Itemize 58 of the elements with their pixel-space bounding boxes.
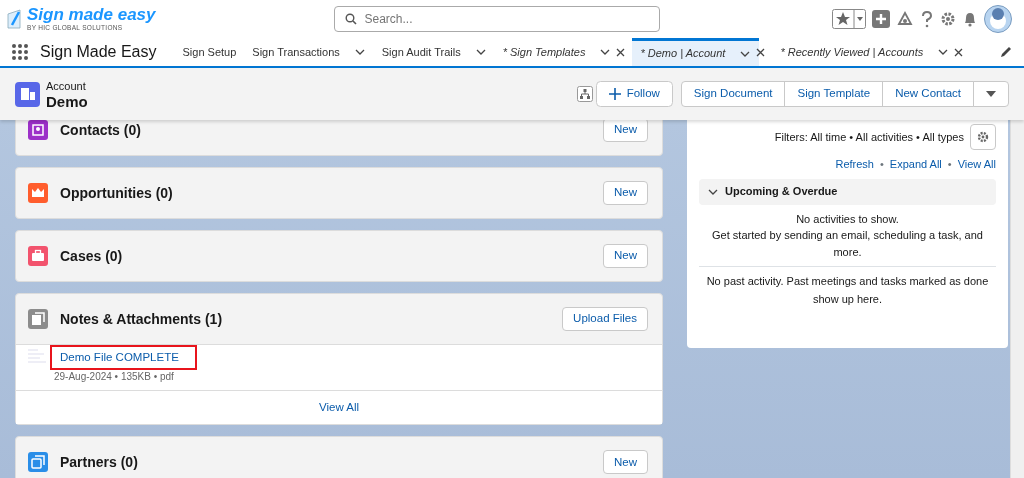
past-activity-text: No past activity. Past meetings and tasks marked as done show up here. <box>705 274 990 307</box>
settings-icon[interactable] <box>940 11 956 27</box>
avatar-icon[interactable] <box>984 5 1012 33</box>
settings-icon <box>977 131 989 143</box>
logo-icon <box>6 8 24 30</box>
search-field[interactable]: Search... <box>333 6 660 32</box>
record-name: Demo <box>46 94 88 111</box>
caret-icon <box>986 91 996 97</box>
related-list-button[interactable]: New <box>603 120 648 142</box>
related-list-title[interactable]: Cases (0) <box>60 245 123 267</box>
more-actions-button[interactable] <box>973 81 1009 107</box>
bell-icon[interactable] <box>962 11 978 27</box>
add-icon[interactable] <box>872 10 890 28</box>
help-icon[interactable] <box>920 10 934 28</box>
hierarchy-icon[interactable] <box>576 86 593 102</box>
empty-text: Get started by sending an email, scheduling a task, and more. <box>711 228 984 260</box>
filters-text: Filters: All time • All activities • All types <box>774 129 964 145</box>
edit-icon[interactable] <box>1000 46 1012 58</box>
follow-button[interactable]: Follow <box>595 81 673 107</box>
nav-tab[interactable]: * Sign Templates <box>494 38 620 66</box>
related-list-title[interactable]: Partners (0) <box>60 451 138 473</box>
activity-link[interactable]: View All <box>957 156 996 173</box>
favorites-icon[interactable] <box>832 9 866 29</box>
activity-link[interactable]: Expand All <box>889 156 942 173</box>
separator-dot: • <box>947 157 952 172</box>
related-list-title[interactable]: Notes & Attachments (1) <box>60 308 223 330</box>
nav-item[interactable]: Sign Transactions <box>244 38 374 66</box>
related-list-button[interactable]: New <box>603 244 648 268</box>
related-list-button[interactable]: Upload Files <box>562 307 648 331</box>
nav-tab[interactable]: * Demo | Account <box>632 38 760 66</box>
activity-link[interactable]: Refresh <box>835 156 874 173</box>
related-list-button[interactable]: New <box>603 181 648 205</box>
section-header[interactable]: Upcoming & Overdue <box>699 178 996 205</box>
close-icon[interactable] <box>953 46 965 58</box>
related-list-title[interactable]: Contacts (0) <box>60 120 141 141</box>
file-details: 29-Aug-2024 • 135KB • pdf <box>54 370 175 385</box>
action-button[interactable]: New Contact <box>882 81 974 107</box>
settings-button[interactable] <box>970 124 996 150</box>
nav-item[interactable]: Sign Audit Trails <box>373 38 495 66</box>
scrollbar[interactable] <box>1010 120 1024 478</box>
action-button[interactable]: Sign Template <box>784 81 884 107</box>
nav-tab[interactable]: * Recently Viewed | Accounts <box>772 38 958 66</box>
view-all-link[interactable]: View All <box>318 399 360 417</box>
plus-icon <box>608 88 621 100</box>
action-button[interactable]: Sign Document <box>680 81 786 107</box>
account-icon <box>20 88 35 100</box>
separator-dot: • <box>879 157 884 172</box>
nav-item[interactable]: Sign Setup <box>174 38 245 66</box>
app-launcher-icon[interactable] <box>12 43 30 61</box>
object-label: Account <box>46 78 87 94</box>
app-name: Sign Made Easy <box>40 42 157 62</box>
related-list-button[interactable]: New <box>603 450 648 475</box>
search-icon <box>344 13 357 25</box>
related-list-title[interactable]: Opportunities (0) <box>60 182 173 204</box>
close-icon[interactable] <box>615 46 627 58</box>
empty-title: No activities to show. <box>795 211 900 227</box>
close-icon[interactable] <box>755 46 767 58</box>
logo-title: Sign made easy <box>27 5 156 23</box>
